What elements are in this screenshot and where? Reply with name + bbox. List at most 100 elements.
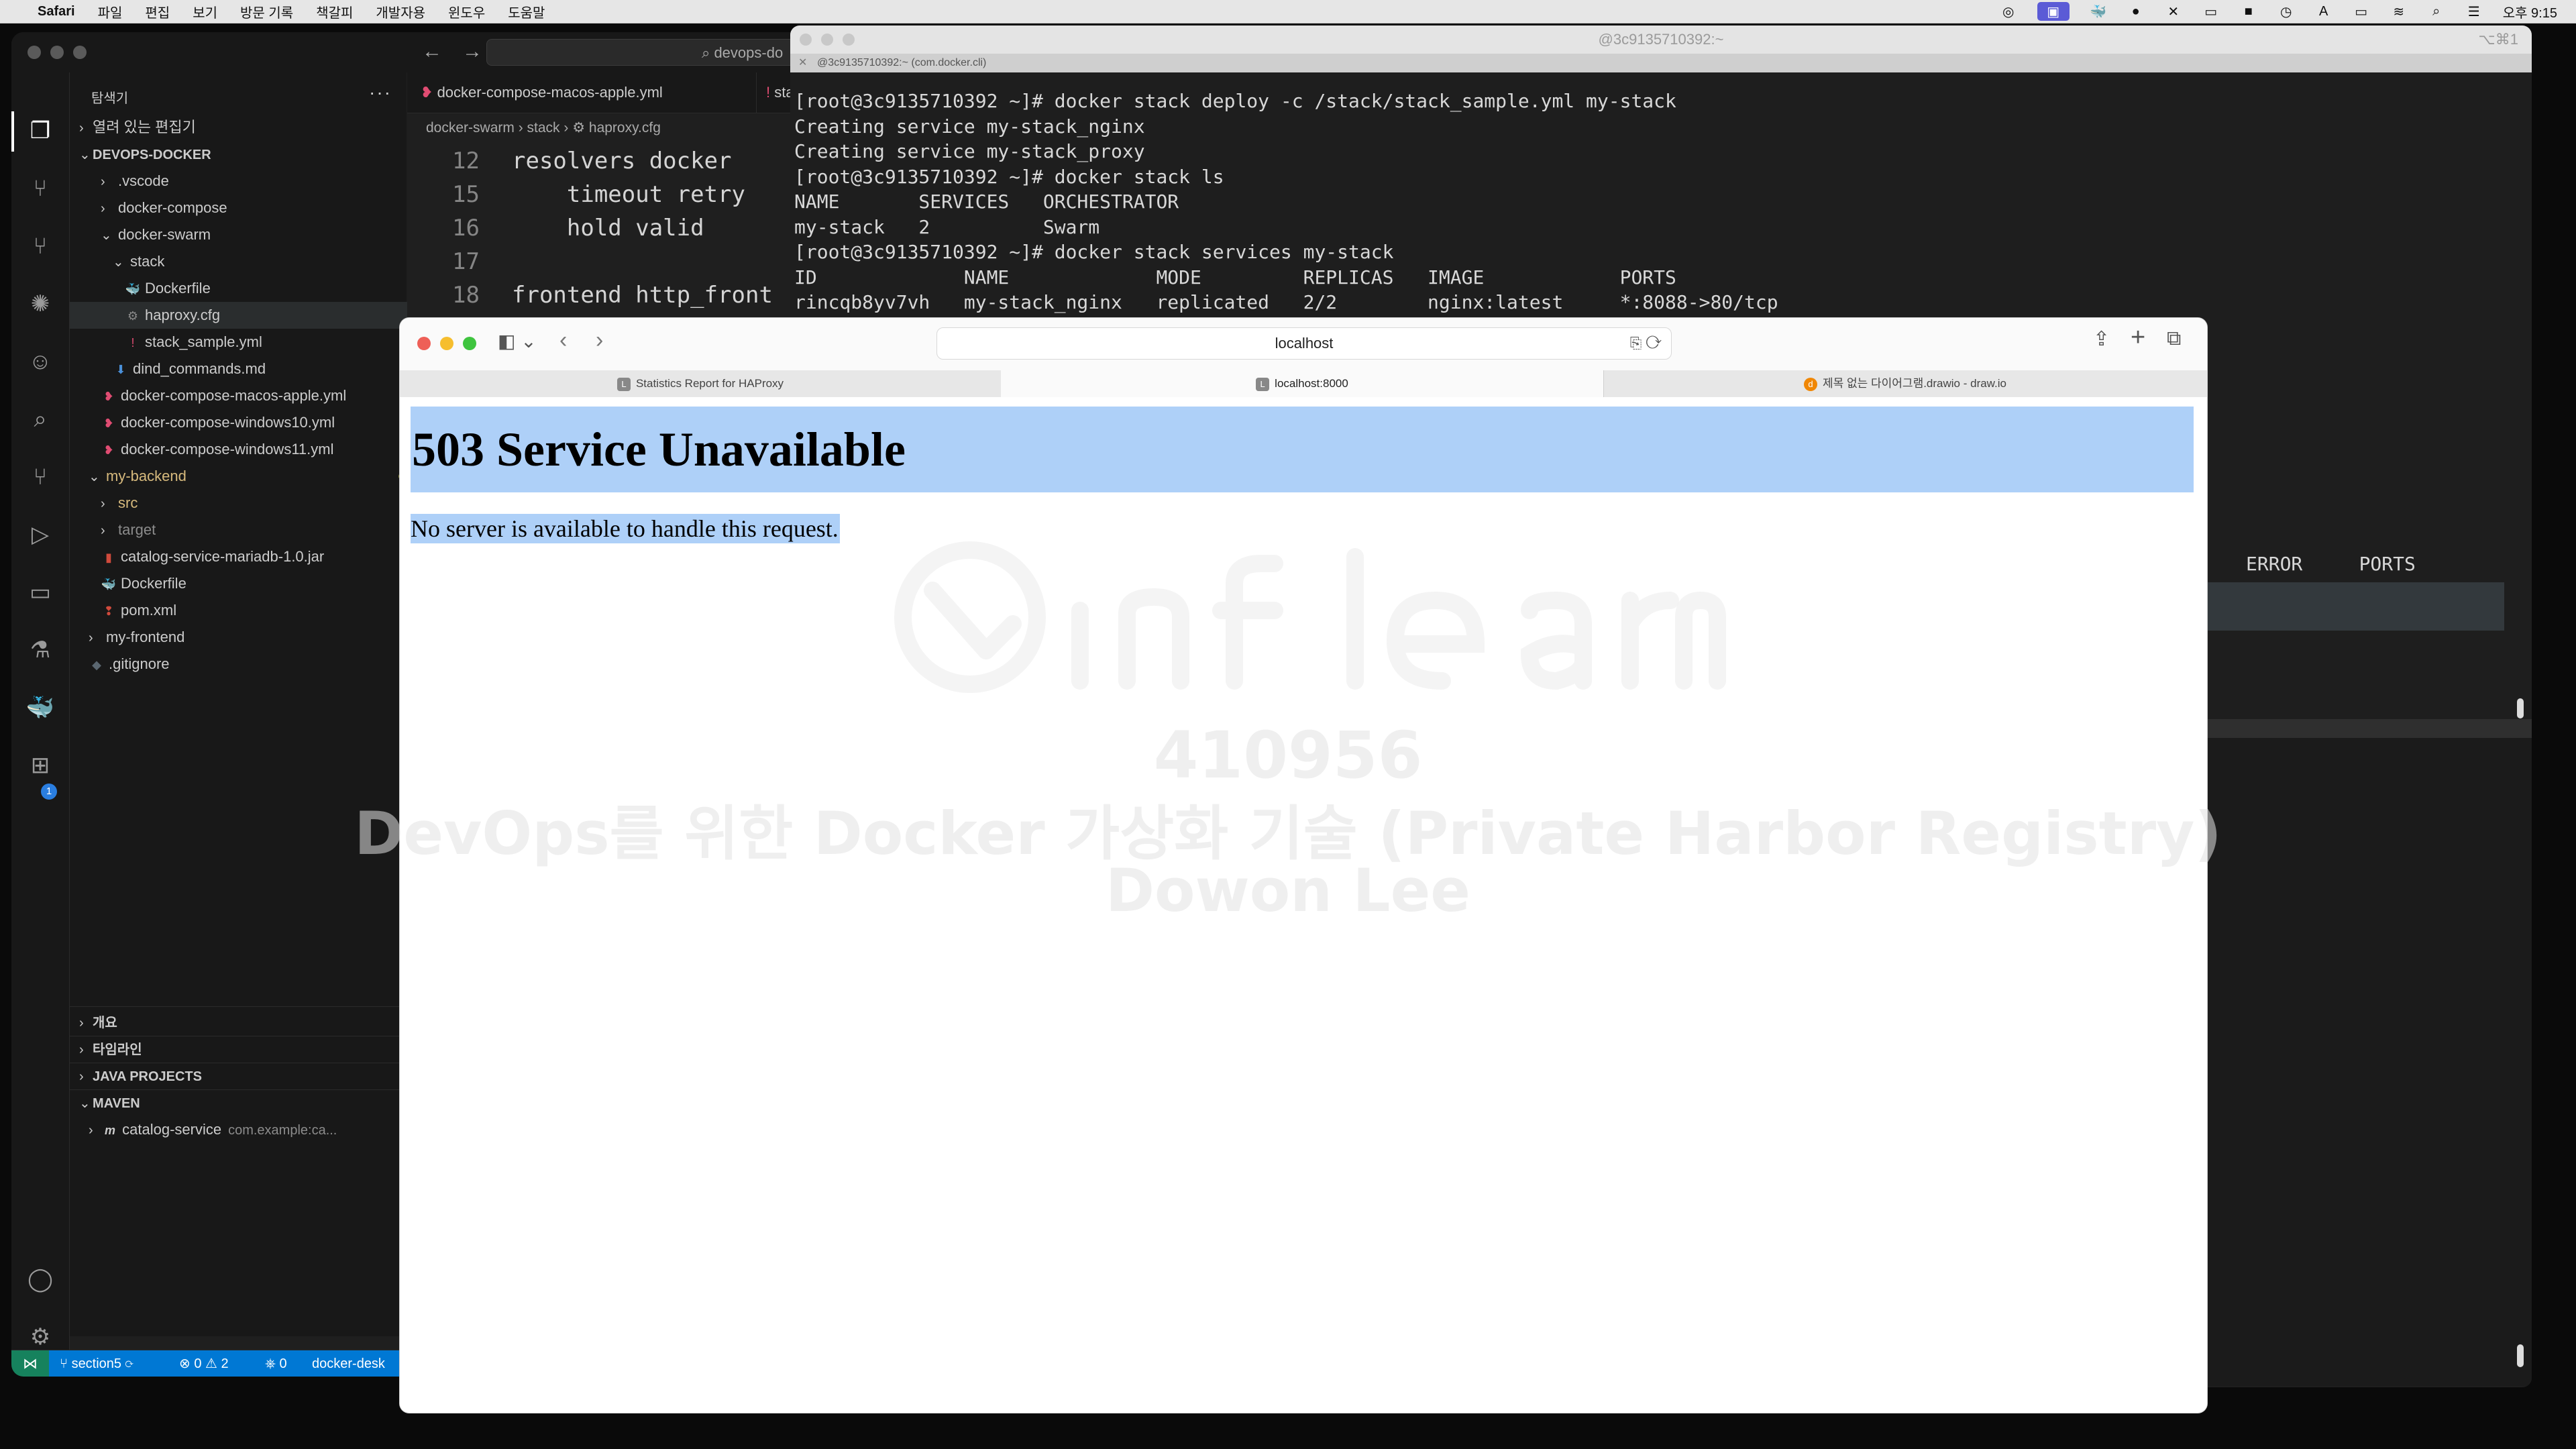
settings-gear-icon[interactable]: ⚙ <box>25 1322 56 1352</box>
problems-status[interactable]: ⊗ 0 ⚠ 2 <box>179 1350 229 1377</box>
openai-status-icon[interactable]: ◎ <box>2000 5 2017 19</box>
explorer-icon[interactable]: ❐ <box>25 115 56 146</box>
maven-project-item[interactable]: › m catalog-service com.example:ca... <box>70 1116 425 1143</box>
menu-file[interactable]: 파일 <box>98 2 123 21</box>
tree-item[interactable]: ❥ docker-compose-windows11.yml <box>70 436 437 463</box>
source-control-icon[interactable]: ⑂ <box>25 462 56 492</box>
minimize-window-button[interactable] <box>50 46 64 59</box>
battery-icon[interactable]: ▭ <box>2353 5 2370 19</box>
tree-item[interactable]: ◆ .gitignore <box>70 651 425 678</box>
breadcrumb-item[interactable]: docker-swarm <box>426 120 515 136</box>
breadcrumb-item[interactable]: stack <box>527 120 560 136</box>
tree-item[interactable]: ❥ docker-compose-windows10.yml <box>70 409 437 436</box>
tree-item[interactable]: › target <box>70 517 437 543</box>
docker-status-icon[interactable]: 🐳 <box>2090 5 2107 19</box>
control-center-icon[interactable]: ☰ <box>2465 5 2483 19</box>
open-editors-section[interactable]: › 열려 있는 편집기 <box>70 114 416 141</box>
timeline-section[interactable]: › 타임라인 <box>70 1036 416 1063</box>
web-page-content[interactable]: 503 Service Unavailable No server is ava… <box>400 397 2207 1413</box>
git-graph-icon[interactable]: ⑂ <box>25 173 56 204</box>
tree-item[interactable]: › src <box>70 490 437 517</box>
git-lens-icon[interactable]: ⑂ <box>25 231 56 262</box>
ports-status[interactable]: ⎈ 0 <box>265 1350 287 1377</box>
tree-item[interactable]: 🐳 Dockerfile <box>70 570 437 597</box>
close-window-button[interactable] <box>800 34 812 46</box>
zoom-window-button[interactable] <box>843 34 855 46</box>
maven-section[interactable]: ⌄ MAVEN <box>70 1089 416 1116</box>
minimize-window-button[interactable] <box>440 337 453 350</box>
share-icon[interactable]: ⇪ <box>2093 327 2110 351</box>
terminal-split-divider[interactable] <box>2206 719 2532 738</box>
minimize-window-button[interactable] <box>821 34 833 46</box>
menu-view[interactable]: 보기 <box>193 2 217 21</box>
forward-arrow-icon[interactable]: → <box>462 40 482 63</box>
extensions-icon[interactable]: ⊞ <box>25 750 56 781</box>
tree-item[interactable]: › docker-compose <box>70 195 437 221</box>
tree-item[interactable]: ⌄ docker-swarm <box>70 221 437 248</box>
tree-item[interactable]: ⬇ dind_commands.md <box>70 356 449 382</box>
breadcrumb-item[interactable]: haproxy.cfg <box>589 120 661 136</box>
translate-reload-icon[interactable]: ⎘ ⟳ <box>1630 328 1662 359</box>
terminal-scrollbar[interactable] <box>2517 698 2524 718</box>
new-tab-icon[interactable]: + <box>2131 323 2145 352</box>
clock-status-icon[interactable]: ◷ <box>2277 5 2295 19</box>
account-icon[interactable]: ◯ <box>25 1264 56 1295</box>
testing-icon[interactable]: ⚗ <box>25 635 56 665</box>
outline-section[interactable]: › 개요 <box>70 1009 416 1036</box>
tab-localhost-8000[interactable]: Llocalhost:8000 <box>1001 370 1604 397</box>
menu-develop[interactable]: 개발자용 <box>376 2 425 21</box>
tab-haproxy-stats[interactable]: L Statistics Report for HAProxy <box>400 370 1002 397</box>
mute-status-icon[interactable]: ✕ <box>2165 5 2182 19</box>
command-center-search[interactable]: ⌕ devops-do <box>486 39 835 66</box>
tab-docker-compose-macos-apple[interactable]: ❥ docker-compose-macos-apple.yml <box>421 72 756 113</box>
forward-chevron-icon[interactable]: › <box>596 327 603 354</box>
menu-history[interactable]: 방문 기록 <box>240 2 293 21</box>
record-status-icon[interactable]: ● <box>2127 4 2145 19</box>
tab-drawio[interactable]: d 제목 없는 다이어그램.drawio - draw.io <box>1603 370 2207 397</box>
tree-item[interactable]: ▮ catalog-service-mariadb-1.0.jar <box>70 543 437 570</box>
git-branch-status[interactable]: ⑂ section5 ⟳ <box>60 1350 133 1377</box>
close-window-button[interactable] <box>28 46 41 59</box>
close-window-button[interactable] <box>417 337 431 350</box>
address-bar[interactable]: localhost ⎘ ⟳ <box>936 327 1672 360</box>
tree-item[interactable]: ⌄ stack <box>70 248 449 275</box>
tree-item[interactable]: ⌄ my-backend <box>70 463 425 490</box>
docker-icon[interactable]: 🐳 <box>25 692 56 723</box>
zoom-window-button[interactable] <box>73 46 87 59</box>
tree-item[interactable]: 🐳 Dockerfile <box>70 275 462 302</box>
terminal-tab[interactable]: ✕ @3c9135710392:~ (com.docker.cli) <box>790 54 2532 72</box>
tree-item[interactable]: ❥ docker-compose-macos-apple.yml <box>70 382 437 409</box>
zoom-window-button[interactable] <box>463 337 476 350</box>
terminal-lower-pane[interactable] <box>2206 738 2532 1386</box>
tree-item[interactable]: › my-frontend <box>70 624 425 651</box>
copilot-icon[interactable]: ☺ <box>25 346 56 377</box>
back-arrow-icon[interactable]: ← <box>422 40 442 63</box>
notes-status-icon[interactable]: ■ <box>2240 4 2257 19</box>
menu-edit[interactable]: 편집 <box>145 2 170 21</box>
menu-bookmarks[interactable]: 책갈피 <box>316 2 353 21</box>
menu-app-name[interactable]: Safari <box>38 4 75 19</box>
docker-context-status[interactable]: docker-desk <box>312 1350 385 1377</box>
wifi-icon[interactable]: ≋ <box>2390 5 2408 19</box>
tree-item[interactable]: › .vscode <box>70 168 437 195</box>
workspace-section[interactable]: ⌄ DEVOPS-DOCKER <box>70 141 416 168</box>
close-tab-icon[interactable]: ✕ <box>798 54 807 72</box>
java-projects-section[interactable]: › JAVA PROJECTS <box>70 1063 416 1089</box>
menu-window[interactable]: 윈도우 <box>448 2 485 21</box>
openai-icon[interactable]: ✺ <box>25 288 56 319</box>
tree-item[interactable]: ❢ pom.xml <box>70 597 437 624</box>
screen-capture-icon[interactable]: ▭ <box>2202 5 2220 19</box>
run-debug-icon[interactable]: ▷ <box>25 519 56 550</box>
remote-explorer-icon[interactable]: ▭ <box>25 577 56 608</box>
more-actions-icon[interactable]: ··· <box>369 82 392 103</box>
terminal-scrollbar[interactable] <box>2517 1344 2524 1367</box>
tab-overview-icon[interactable]: ⧉ <box>2167 327 2181 350</box>
search-icon[interactable]: ⌕ <box>25 404 56 435</box>
remote-indicator-icon[interactable]: ⋈ <box>11 1350 49 1377</box>
menubar-clock[interactable]: 오후 9:15 <box>2503 2 2557 21</box>
menu-help[interactable]: 도움말 <box>508 2 545 21</box>
spotlight-search-icon[interactable]: ⌕ <box>2428 4 2445 19</box>
sidebar-toggle-icon[interactable]: ◧ ⌄ <box>498 330 537 352</box>
screen-share-status-icon[interactable]: ▣ <box>2037 2 2070 21</box>
back-chevron-icon[interactable]: ‹ <box>559 327 567 354</box>
